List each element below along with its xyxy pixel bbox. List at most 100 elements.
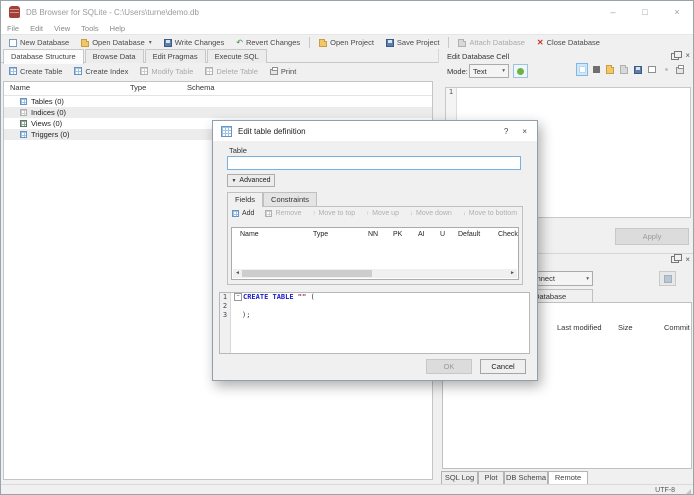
grid-column-pk[interactable]: PK: [393, 231, 402, 238]
write-changes-icon: [163, 38, 172, 47]
tree-item-label: Triggers (0): [31, 130, 70, 139]
remote-column-last-modified[interactable]: Last modified: [557, 323, 602, 332]
dialog-close-button[interactable]: ×: [522, 127, 527, 136]
float-panel-icon[interactable]: [671, 254, 683, 263]
set-null-button[interactable]: [576, 63, 588, 76]
window-icon: [648, 66, 656, 73]
tree-item-label: Views (0): [31, 119, 63, 128]
grid-column-u[interactable]: U: [440, 231, 445, 238]
open-database-button[interactable]: Open Database ▾: [75, 35, 158, 50]
revert-changes-button[interactable]: ↶ Revert Changes: [230, 35, 306, 50]
minimize-button[interactable]: –: [597, 1, 629, 23]
add-field-button[interactable]: Add: [232, 210, 254, 217]
fields-toolbar: Add Remove ↑ Move to top ↑ Move up ↓ Mov…: [232, 210, 517, 217]
fold-marker-icon[interactable]: −: [234, 293, 242, 301]
tab-execute-sql[interactable]: Execute SQL: [206, 49, 267, 63]
write-changes-label: Write Changes: [174, 38, 225, 47]
tab-edit-pragmas[interactable]: Edit Pragmas: [144, 49, 206, 63]
tree-column-name[interactable]: Name: [10, 83, 30, 92]
save-cell-button[interactable]: [632, 63, 644, 76]
remote-column-commit[interactable]: Commit: [664, 323, 690, 332]
binary-icon: [592, 66, 600, 73]
close-button[interactable]: ×: [661, 1, 693, 23]
create-table-button[interactable]: Create Table: [3, 64, 68, 79]
menu-bar: File Edit View Tools Help: [1, 23, 693, 34]
sql-string: "": [297, 293, 307, 301]
maximize-button[interactable]: □: [629, 1, 661, 23]
open-database-icon: [81, 38, 90, 47]
open-project-button[interactable]: Open Project: [313, 35, 380, 50]
auto-mode-icon: [517, 67, 524, 75]
menu-edit[interactable]: Edit: [30, 24, 43, 33]
write-changes-button[interactable]: Write Changes: [158, 35, 230, 50]
import-cell-button[interactable]: [604, 63, 616, 76]
cancel-button[interactable]: Cancel: [480, 359, 526, 374]
tree-item-indices[interactable]: Indices (0): [4, 107, 432, 118]
tab-browse-data[interactable]: Browse Data: [84, 49, 144, 63]
fields-grid[interactable]: Name Type NN PK AI U Default Check ◄ ►: [231, 227, 519, 280]
main-toolbar: New Database Open Database ▾ Write Chang…: [1, 34, 693, 50]
tables-icon: [20, 98, 27, 105]
tree-item-tables[interactable]: Tables (0): [4, 96, 432, 107]
horizontal-scrollbar[interactable]: ◄ ►: [233, 269, 517, 278]
auto-mode-button[interactable]: [513, 64, 528, 78]
close-panel-icon[interactable]: ×: [685, 52, 690, 60]
create-index-button[interactable]: Create Index: [68, 64, 134, 79]
save-project-button[interactable]: Save Project: [380, 35, 446, 50]
print-label: Print: [280, 66, 297, 76]
tree-column-schema[interactable]: Schema: [187, 83, 215, 92]
create-table-icon: [9, 67, 17, 75]
dock-tab-remote[interactable]: Remote: [548, 471, 588, 485]
dialog-tab-constraints[interactable]: Constraints: [263, 192, 317, 206]
scroll-right-icon[interactable]: ►: [508, 269, 517, 278]
table-name-input[interactable]: [227, 156, 521, 170]
menu-tools[interactable]: Tools: [81, 24, 99, 33]
close-panel-icon[interactable]: ×: [685, 255, 690, 264]
create-table-label: Create Table: [20, 66, 63, 76]
title-bar: DB Browser for SQLite - C:\Users\turne\d…: [1, 1, 693, 23]
export-cell-button[interactable]: [618, 63, 630, 76]
print-cell-button[interactable]: [674, 63, 686, 76]
line-number: 1: [222, 293, 228, 301]
ok-button: OK: [426, 359, 472, 374]
mode-select[interactable]: Text ▾: [469, 64, 509, 78]
dock-tab-sql-log[interactable]: SQL Log: [441, 471, 478, 485]
menu-file[interactable]: File: [7, 24, 19, 33]
advanced-label: Advanced: [239, 177, 271, 184]
dock-tab-plot[interactable]: Plot: [478, 471, 504, 485]
grid-column-type[interactable]: Type: [313, 231, 328, 238]
sql-code: − CREATE TABLE "" ( );: [231, 293, 315, 353]
new-database-button[interactable]: New Database: [3, 35, 75, 50]
grid-column-ai[interactable]: AI: [418, 231, 425, 238]
print-button[interactable]: Print: [264, 64, 302, 79]
menu-help[interactable]: Help: [110, 24, 125, 33]
open-database-dropdown-arrow[interactable]: ▾: [149, 39, 152, 46]
grid-column-default[interactable]: Default: [458, 231, 480, 238]
grid-column-name[interactable]: Name: [240, 231, 259, 238]
menu-view[interactable]: View: [54, 24, 70, 33]
open-in-window-button[interactable]: [646, 63, 658, 76]
float-panel-icon[interactable]: [671, 50, 683, 60]
scrollbar-thumb[interactable]: [242, 270, 372, 277]
scroll-left-icon[interactable]: ◄: [233, 269, 242, 278]
tree-column-type[interactable]: Type: [130, 83, 146, 92]
dialog-help-button[interactable]: ?: [504, 127, 508, 136]
arrow-down-icon: ↓: [462, 210, 466, 217]
save-project-label: Save Project: [396, 38, 440, 47]
export-icon: [620, 65, 628, 74]
dock-tab-db-schema[interactable]: DB Schema: [504, 471, 548, 485]
encoding-indicator[interactable]: UTF-8: [655, 487, 675, 494]
move-to-bottom-label: Move to bottom: [468, 210, 518, 217]
grid-column-nn[interactable]: NN: [368, 231, 378, 238]
advanced-toggle-button[interactable]: ▼ Advanced: [227, 174, 275, 187]
resize-grip[interactable]: [685, 489, 691, 494]
open-project-icon: [319, 38, 328, 47]
binary-view-button[interactable]: [590, 63, 602, 76]
tab-database-structure[interactable]: Database Structure: [3, 49, 84, 64]
add-field-icon: [232, 210, 239, 217]
close-database-button[interactable]: ✕ Close Database: [531, 35, 606, 50]
dialog-tab-fields[interactable]: Fields: [227, 192, 263, 207]
grid-column-check[interactable]: Check: [498, 231, 518, 238]
toolbar-separator: [309, 37, 311, 48]
remote-column-size[interactable]: Size: [618, 323, 633, 332]
